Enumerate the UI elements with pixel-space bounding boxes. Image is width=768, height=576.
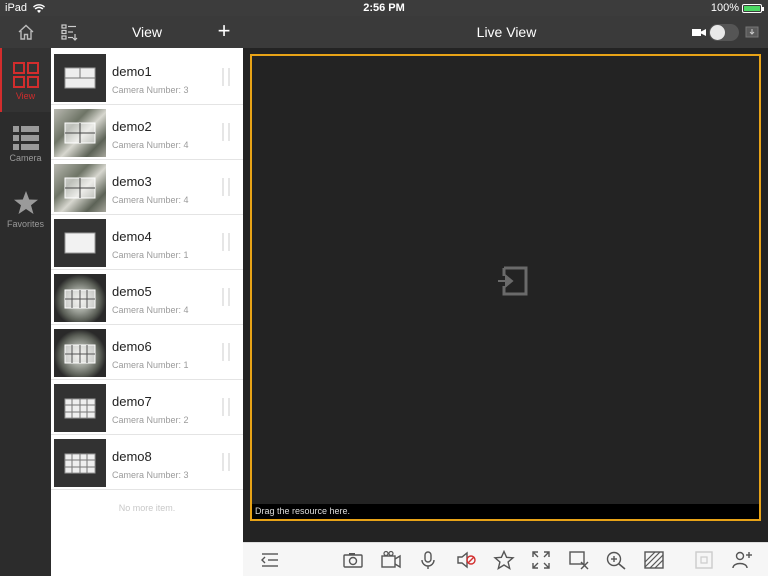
snapshot-icon — [343, 553, 363, 568]
tab-rail: View Camera Favorites — [0, 48, 51, 576]
battery-icon — [742, 3, 764, 13]
audio-button[interactable] — [455, 550, 477, 570]
view-list-item[interactable]: demo6 Camera Number: 1 — [51, 325, 243, 380]
add-view-button[interactable]: + — [214, 20, 234, 43]
close-all-icon — [569, 551, 589, 570]
tab-view[interactable]: View — [0, 48, 51, 112]
tab-camera[interactable]: Camera — [0, 112, 51, 176]
view-thumbnail — [54, 219, 106, 267]
star-icon — [13, 191, 38, 214]
drag-handle[interactable] — [222, 123, 230, 141]
view-name: demo6 — [112, 339, 152, 354]
view-list-item[interactable]: demo4 Camera Number: 1 — [51, 215, 243, 270]
view-list-item[interactable]: demo5 Camera Number: 4 — [51, 270, 243, 325]
view-list-item[interactable]: demo8 Camera Number: 3 — [51, 435, 243, 490]
drag-handle[interactable] — [222, 233, 230, 251]
live-toolbar — [243, 542, 768, 576]
drag-handle[interactable] — [222, 453, 230, 471]
favorite-button[interactable] — [493, 549, 515, 570]
live-toggle-switch[interactable] — [709, 24, 739, 41]
list-end-text: No more item. — [118, 503, 176, 513]
drag-handle[interactable] — [222, 68, 230, 86]
status-right: 100% — [710, 2, 764, 14]
screen-output-icon[interactable] — [745, 26, 759, 38]
drag-handle[interactable] — [222, 398, 230, 416]
tab-favorites-label: Favorites — [6, 219, 44, 229]
grid-view-icon — [12, 62, 39, 88]
status-time: 2:56 PM — [363, 2, 405, 14]
view-list-item[interactable]: demo7 Camera Number: 2 — [51, 380, 243, 435]
view-thumbnail — [54, 329, 106, 377]
view-camera-count: Camera Number: 4 — [112, 140, 189, 150]
snapshot-button[interactable] — [342, 550, 364, 570]
home-icon — [18, 24, 33, 40]
microphone-icon — [421, 551, 435, 569]
battery-percent: 100% — [710, 2, 739, 14]
view-panel-title: View — [131, 24, 163, 40]
view-thumbnail — [54, 274, 106, 322]
drag-handle[interactable] — [222, 343, 230, 361]
drop-resource-icon — [498, 266, 528, 296]
view-list-item[interactable]: demo3 Camera Number: 4 — [51, 160, 243, 215]
toggle-knob — [710, 25, 725, 40]
live-view-area: Drag the resource here. — [243, 48, 768, 542]
image-quality-button[interactable] — [643, 550, 665, 570]
drop-hint-caption: Drag the resource here. — [252, 504, 759, 519]
view-name: demo8 — [112, 449, 152, 464]
audio-off-icon — [457, 551, 476, 569]
view-list: demo1 Camera Number: 3 demo2 Camera Numb… — [51, 48, 243, 576]
video-camera-icon — [692, 29, 706, 36]
view-camera-count: Camera Number: 4 — [112, 305, 189, 315]
ptz-icon — [695, 551, 713, 569]
view-name: demo5 — [112, 284, 152, 299]
view-thumbnail — [54, 109, 106, 157]
close-all-button[interactable] — [568, 550, 590, 570]
view-camera-count: Camera Number: 1 — [112, 250, 189, 260]
talk-button[interactable] — [417, 550, 439, 570]
drag-handle[interactable] — [222, 288, 230, 306]
nav-bar: View + Live View — [0, 16, 768, 48]
add-user-icon — [732, 551, 752, 569]
favorite-icon — [493, 549, 515, 570]
view-thumbnail — [54, 164, 106, 212]
home-button[interactable] — [0, 16, 51, 48]
tab-camera-label: Camera — [9, 153, 42, 163]
record-button[interactable] — [380, 550, 402, 570]
view-name: demo2 — [112, 119, 152, 134]
record-icon — [381, 550, 401, 569]
zoom-button[interactable] — [605, 550, 627, 570]
image-quality-icon — [644, 551, 664, 569]
collapse-icon — [261, 553, 278, 567]
view-camera-count: Camera Number: 3 — [112, 470, 189, 480]
collapse-button[interactable] — [259, 550, 281, 570]
fullscreen-icon — [532, 551, 550, 569]
view-thumbnail — [54, 439, 106, 487]
ptz-button[interactable] — [693, 550, 715, 570]
view-list-item[interactable]: demo2 Camera Number: 4 — [51, 105, 243, 160]
view-name: demo3 — [112, 174, 152, 189]
view-thumbnail — [54, 54, 106, 102]
tab-favorites[interactable]: Favorites — [0, 176, 51, 240]
camera-list-icon — [12, 126, 39, 150]
live-window-selected[interactable] — [250, 54, 761, 521]
fullscreen-button[interactable] — [530, 550, 552, 570]
view-list-manage-button[interactable] — [59, 22, 81, 42]
drag-handle[interactable] — [222, 178, 230, 196]
view-camera-count: Camera Number: 1 — [112, 360, 189, 370]
add-user-button[interactable] — [731, 550, 753, 570]
live-view-title: Live View — [476, 24, 537, 40]
view-name: demo7 — [112, 394, 152, 409]
zoom-icon — [606, 551, 626, 570]
view-camera-count: Camera Number: 3 — [112, 85, 189, 95]
list-manage-icon — [61, 24, 78, 41]
view-camera-count: Camera Number: 4 — [112, 195, 189, 205]
view-name: demo4 — [112, 229, 152, 244]
status-bar: iPad 2:56 PM 100% — [0, 0, 768, 16]
view-thumbnail — [54, 384, 106, 432]
tab-view-label: View — [15, 91, 36, 101]
view-name: demo1 — [112, 64, 152, 79]
view-list-item[interactable]: demo1 Camera Number: 3 — [51, 50, 243, 105]
view-camera-count: Camera Number: 2 — [112, 415, 189, 425]
